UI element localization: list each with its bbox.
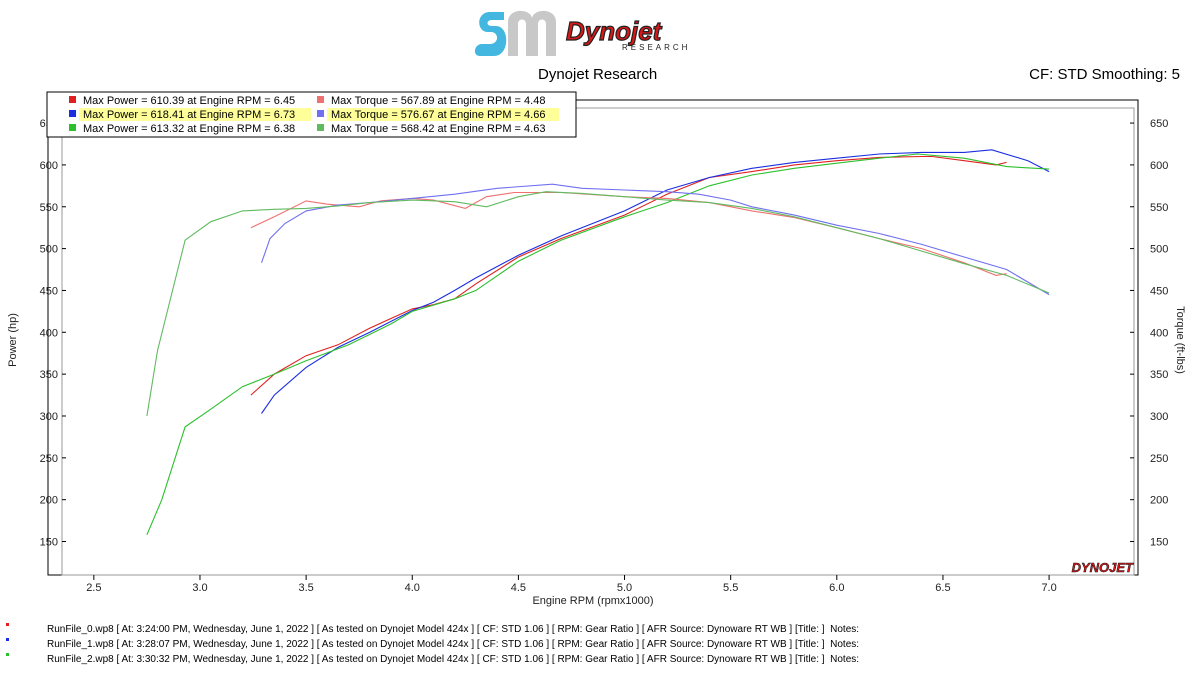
y-left-tick-label: 300 — [40, 411, 58, 423]
legend-item-label: Max Torque = 568.42 at Engine RPM = 4.63 — [331, 123, 545, 135]
x-axis: 2.5 3.0 3.5 4.0 4.5 5.0 5.5 6.0 6.5 7.0 — [86, 575, 1057, 594]
y-right-tick-label: 550 — [1150, 202, 1168, 214]
legend-item-label: Max Torque = 576.67 at Engine RPM = 4.66 — [331, 109, 545, 121]
run-color-marker — [6, 638, 9, 641]
run-color-marker — [6, 623, 9, 626]
x-tick-label: 4.5 — [511, 582, 526, 594]
run-file-row: RunFile_2.wp8 [ At: 3:30:32 PM, Wednesda… — [0, 652, 1198, 667]
watermark: DYNOJET — [1072, 560, 1134, 575]
run-file-text: RunFile_1.wp8 [ At: 3:28:07 PM, Wednesda… — [47, 639, 860, 650]
y-right-tick-label: 200 — [1150, 495, 1168, 507]
y-right-tick-label: 250 — [1150, 453, 1168, 465]
x-tick-label: 2.5 — [86, 582, 101, 594]
y-right-tick-label: 150 — [1150, 537, 1168, 549]
legend-item-label: Max Power = 610.39 at Engine RPM = 6.45 — [83, 95, 295, 107]
y-right-tick-label: 500 — [1150, 244, 1168, 256]
legend: Max Power = 610.39 at Engine RPM = 6.45 M… — [46, 91, 577, 138]
y-right-tick-label: 400 — [1150, 327, 1168, 339]
x-axis-title: Engine RPM (rpmx1000) — [532, 595, 653, 607]
y-left-tick-label: 550 — [40, 202, 58, 214]
y-left-tick-label: 450 — [40, 285, 58, 297]
run-file-row: RunFile_0.wp8 [ At: 3:24:00 PM, Wednesda… — [0, 622, 1198, 637]
y-left-tick-label: 400 — [40, 327, 58, 339]
x-tick-label: 7.0 — [1041, 582, 1056, 594]
y-left-tick-label: 350 — [40, 369, 58, 381]
legend-item-label: Max Power = 618.41 at Engine RPM = 6.73 — [83, 109, 295, 121]
y-axis-right-title: Torque (ft-lbs) — [1174, 306, 1186, 374]
y-right-tick-label: 350 — [1150, 369, 1168, 381]
legend-swatch — [317, 96, 324, 103]
run-file-text: RunFile_0.wp8 [ At: 3:24:00 PM, Wednesda… — [47, 624, 860, 635]
y-right-tick-label: 450 — [1150, 285, 1168, 297]
run-file-list: RunFile_0.wp8 [ At: 3:24:00 PM, Wednesda… — [0, 622, 1198, 667]
y-axis-right: 150 200 250 300 350 400 450 500 550 600 650 — [1130, 118, 1168, 549]
y-right-tick-label: 600 — [1150, 160, 1168, 172]
x-tick-label: 5.0 — [617, 582, 632, 594]
y-axis-left-title: Power (hp) — [7, 313, 19, 367]
y-left-tick-label: 150 — [40, 537, 58, 549]
x-tick-label: 4.0 — [405, 582, 420, 594]
legend-swatch — [69, 110, 76, 117]
legend-swatch — [317, 110, 324, 117]
y-left-tick-label: 600 — [40, 160, 58, 172]
legend-swatch — [317, 124, 324, 131]
run-file-text: RunFile_2.wp8 [ At: 3:30:32 PM, Wednesda… — [47, 654, 860, 665]
plot-frame — [47, 99, 1139, 576]
x-tick-label: 6.0 — [829, 582, 844, 594]
plot-area — [61, 107, 1135, 576]
y-left-tick-label: 200 — [40, 495, 58, 507]
y-left-tick-label: 500 — [40, 244, 58, 256]
legend-swatch — [69, 124, 76, 131]
legend-item-label: Max Power = 613.32 at Engine RPM = 6.38 — [83, 123, 295, 135]
run-color-marker — [6, 653, 9, 656]
x-tick-label: 3.5 — [298, 582, 313, 594]
dyno-chart: 2.5 3.0 3.5 4.0 4.5 5.0 5.5 6.0 6.5 7.0 150 200 250… — [7, 91, 1186, 607]
y-right-tick-label: 650 — [1150, 118, 1168, 130]
x-tick-label: 6.5 — [935, 582, 950, 594]
legend-swatch — [69, 96, 76, 103]
y-left-tick-label: 250 — [40, 453, 58, 465]
run-file-row: RunFile_1.wp8 [ At: 3:28:07 PM, Wednesda… — [0, 637, 1198, 652]
legend-item-label: Max Torque = 567.89 at Engine RPM = 4.48 — [331, 95, 545, 107]
y-right-tick-label: 300 — [1150, 411, 1168, 423]
x-tick-label: 5.5 — [723, 582, 738, 594]
x-tick-label: 3.0 — [192, 582, 207, 594]
